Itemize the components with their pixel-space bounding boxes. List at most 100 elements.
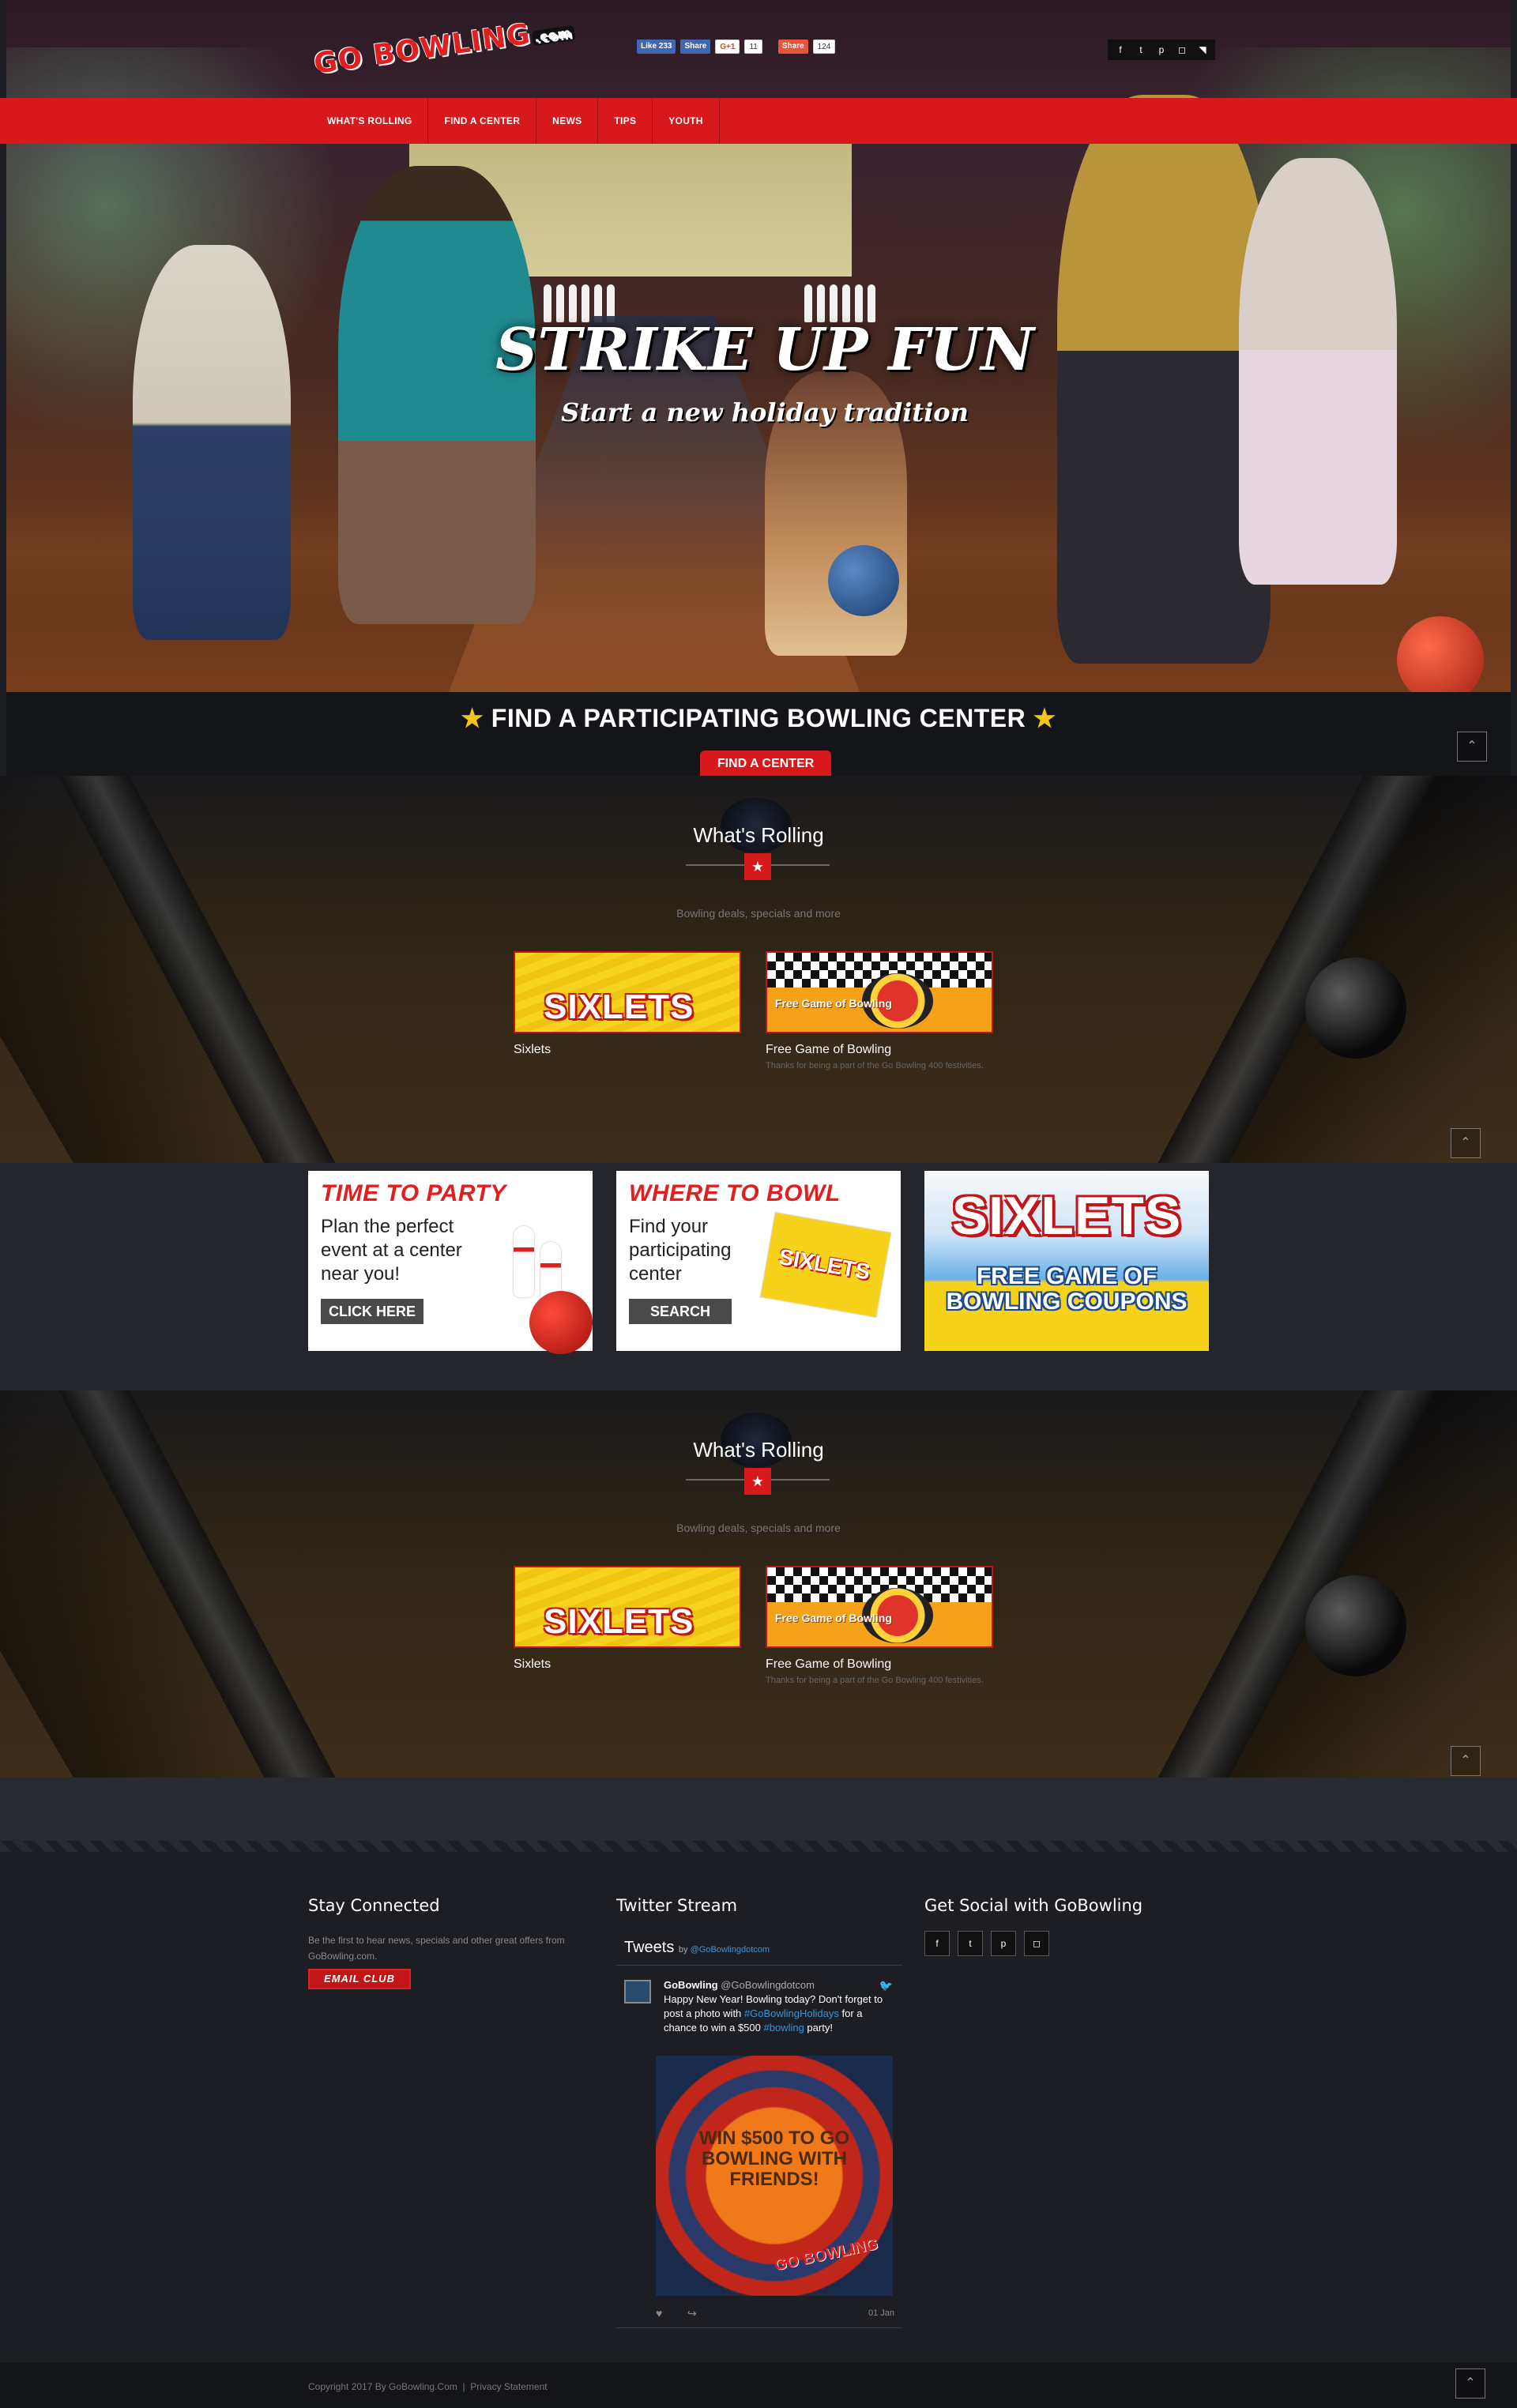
footer-twitter-stream: Twitter Stream Tweets by @GoBowlingdotco…: [616, 1896, 902, 2328]
heart-icon[interactable]: ♥: [656, 2307, 662, 2320]
facebook-icon[interactable]: f: [1111, 42, 1130, 58]
deal-card-sixlets[interactable]: SIXLETS Sixlets: [514, 1566, 741, 1672]
free-game-image[interactable]: Free Game of Bowling: [766, 951, 993, 1033]
coupons-text: FREE GAME OF BOWLING COUPONS: [946, 1263, 1188, 1315]
privacy-statement-link[interactable]: Privacy Statement: [470, 2381, 547, 2392]
card-title[interactable]: Free Game of Bowling: [766, 1657, 993, 1672]
copyright-label: Copyright 2017 By GoBowling.Com: [308, 2381, 457, 2392]
scroll-up-icon[interactable]: ⌃: [1455, 2368, 1485, 2399]
deal-card-free-game[interactable]: Free Game of Bowling Free Game of Bowlin…: [766, 951, 993, 1071]
tweet-photo-logo: GO BOWLING: [772, 2235, 879, 2274]
section-title: What's Rolling: [693, 1438, 824, 1462]
instagram-icon[interactable]: ◻: [1024, 1931, 1049, 1956]
top-bar: GO BOWLING .com Like 233 Share G+1 11 Sha…: [0, 0, 1517, 98]
separator: |: [462, 2381, 465, 2392]
search-button[interactable]: SEARCH: [629, 1299, 732, 1324]
nav-item-news[interactable]: NEWS: [536, 98, 599, 144]
sixlets-image[interactable]: SIXLETS: [514, 1566, 741, 1648]
sixlets-image-text: SIXLETS: [544, 988, 695, 1026]
tweet-text-part: party!: [804, 2022, 833, 2034]
tweet-photo[interactable]: WIN $500 TO GO BOWLING WITH FRIENDS! GO …: [656, 2056, 893, 2296]
free-game-image-text: Free Game of Bowling: [775, 1612, 892, 1624]
rss-icon[interactable]: ◥: [1193, 42, 1212, 58]
deal-card-free-game[interactable]: Free Game of Bowling Free Game of Bowlin…: [766, 1566, 993, 1686]
deal-card-sixlets[interactable]: SIXLETS Sixlets: [514, 951, 741, 1057]
star-icon: ★: [1033, 704, 1056, 732]
coupons-brand: SIXLETS: [951, 1186, 1182, 1246]
find-a-center-button[interactable]: FIND A CENTER: [700, 751, 831, 776]
copyright-text: Copyright 2017 By GoBowling.Com | Privac…: [308, 2381, 548, 2392]
tweet-text: Happy New Year! Bowling today? Don't for…: [664, 1992, 894, 2035]
find-center-heading-text: FIND A PARTICIPATING BOWLING CENTER: [491, 704, 1026, 732]
google-plus-button[interactable]: G+1: [715, 40, 740, 54]
hashtag-link[interactable]: #GoBowlingHolidays: [744, 2007, 839, 2019]
click-here-button[interactable]: CLICK HERE: [321, 1299, 423, 1324]
promo-title: WHERE TO BOWL: [629, 1180, 841, 1206]
promo-where-to-bowl[interactable]: WHERE TO BOWL Find your participating ce…: [616, 1171, 901, 1351]
google-plus-count: 11: [744, 40, 762, 54]
divider: [616, 2327, 902, 2328]
sixlets-mini-image: SIXLETS: [759, 1211, 892, 1319]
by-label: by: [678, 1945, 688, 1955]
tweet-user[interactable]: GoBowling: [664, 1979, 718, 1991]
stay-connected-text: Be the first to hear news, specials and …: [308, 1935, 565, 1962]
pinterest-icon[interactable]: p: [991, 1931, 1016, 1956]
facebook-like-button[interactable]: Like 233: [637, 40, 676, 54]
instagram-icon[interactable]: ◻: [1173, 42, 1191, 58]
twitter-bird-icon[interactable]: 🐦: [879, 1978, 893, 1992]
bowling-ball-red: [529, 1291, 593, 1354]
tweet-handle[interactable]: @GoBowlingdotcom: [721, 1979, 815, 1991]
card-title[interactable]: Free Game of Bowling: [766, 1043, 993, 1057]
section-title: What's Rolling: [693, 823, 824, 847]
footer-spacer: [0, 1778, 1517, 1841]
nav-item-find-a-center[interactable]: FIND A CENTER: [428, 98, 537, 144]
mini-sixlets-text: SIXLETS: [777, 1244, 872, 1285]
tweet-date[interactable]: 01 Jan: [868, 2308, 894, 2318]
scroll-up-icon[interactable]: ⌃: [1457, 732, 1487, 762]
share-icon[interactable]: ↪: [687, 2307, 697, 2320]
footer-heading: Get Social with GoBowling: [924, 1896, 1143, 1915]
whats-rolling-section: What's Rolling ★ Bowling deals, specials…: [0, 776, 1517, 1163]
logo-suffix: .com: [531, 24, 576, 47]
card-description: Thanks for being a part of the Go Bowlin…: [766, 1676, 984, 1685]
twitter-icon[interactable]: t: [958, 1931, 983, 1956]
footer-stay-connected: Stay Connected Be the first to hear news…: [308, 1896, 577, 1989]
email-club-button[interactable]: EMAIL CLUB: [308, 1969, 411, 1989]
promo-time-to-party[interactable]: TIME TO PARTY Plan the perfect event at …: [308, 1171, 593, 1354]
free-game-image[interactable]: Free Game of Bowling: [766, 1566, 993, 1648]
card-title[interactable]: Sixlets: [514, 1043, 741, 1057]
promo-row: TIME TO PARTY Plan the perfect event at …: [0, 1163, 1517, 1390]
twitter-widget-header: Tweets by @GoBowlingdotcom: [616, 1931, 902, 1965]
nav-item-tips[interactable]: TIPS: [598, 98, 653, 144]
site-logo[interactable]: GO BOWLING .com: [312, 12, 576, 81]
hero-person-boy: [133, 245, 291, 640]
twitter-handle-link[interactable]: @GoBowlingdotcom: [691, 1945, 770, 1955]
logo-text: GO BOWLING: [311, 17, 533, 81]
share-button[interactable]: Share: [777, 40, 808, 54]
page: STRIKE UP FUN Start a new holiday tradit…: [0, 0, 1517, 2408]
avatar[interactable]: [624, 1980, 651, 2004]
nav-item-youth[interactable]: YOUTH: [653, 98, 720, 144]
section-tagline: Bowling deals, specials and more: [676, 907, 841, 920]
hero-person-woman: [338, 166, 536, 624]
hero-bowling-ball-blue: [828, 545, 899, 616]
nav-item-whats-rolling[interactable]: WHAT'S ROLLING: [311, 98, 429, 144]
sixlets-image-text: SIXLETS: [544, 1602, 695, 1641]
hashtag-link[interactable]: #bowling: [763, 2022, 804, 2034]
scroll-up-icon[interactable]: ⌃: [1451, 1746, 1481, 1776]
star-icon: ★: [744, 1468, 771, 1495]
pins-and-ball-image: [506, 1226, 593, 1354]
sixlets-image[interactable]: SIXLETS: [514, 951, 741, 1033]
facebook-icon[interactable]: f: [924, 1931, 950, 1956]
pinterest-icon[interactable]: p: [1152, 42, 1171, 58]
tweet-photo-text: WIN $500 TO GO BOWLING WITH FRIENDS!: [698, 2128, 850, 2190]
card-title[interactable]: Sixlets: [514, 1657, 741, 1672]
whats-rolling-section-2: What's Rolling ★ Bowling deals, specials…: [0, 1390, 1517, 1778]
facebook-share-button[interactable]: Share: [680, 40, 711, 54]
footer-social-icons: f t p ◻: [924, 1931, 1142, 1956]
scroll-up-icon[interactable]: ⌃: [1451, 1128, 1481, 1158]
tweets-label: Tweets: [624, 1939, 675, 1956]
tweet-actions: ♥ ↪ 01 Jan: [616, 2296, 902, 2327]
twitter-icon[interactable]: t: [1131, 42, 1150, 58]
promo-sixlets-coupons[interactable]: SIXLETS FREE GAME OF BOWLING COUPONS: [924, 1171, 1209, 1351]
